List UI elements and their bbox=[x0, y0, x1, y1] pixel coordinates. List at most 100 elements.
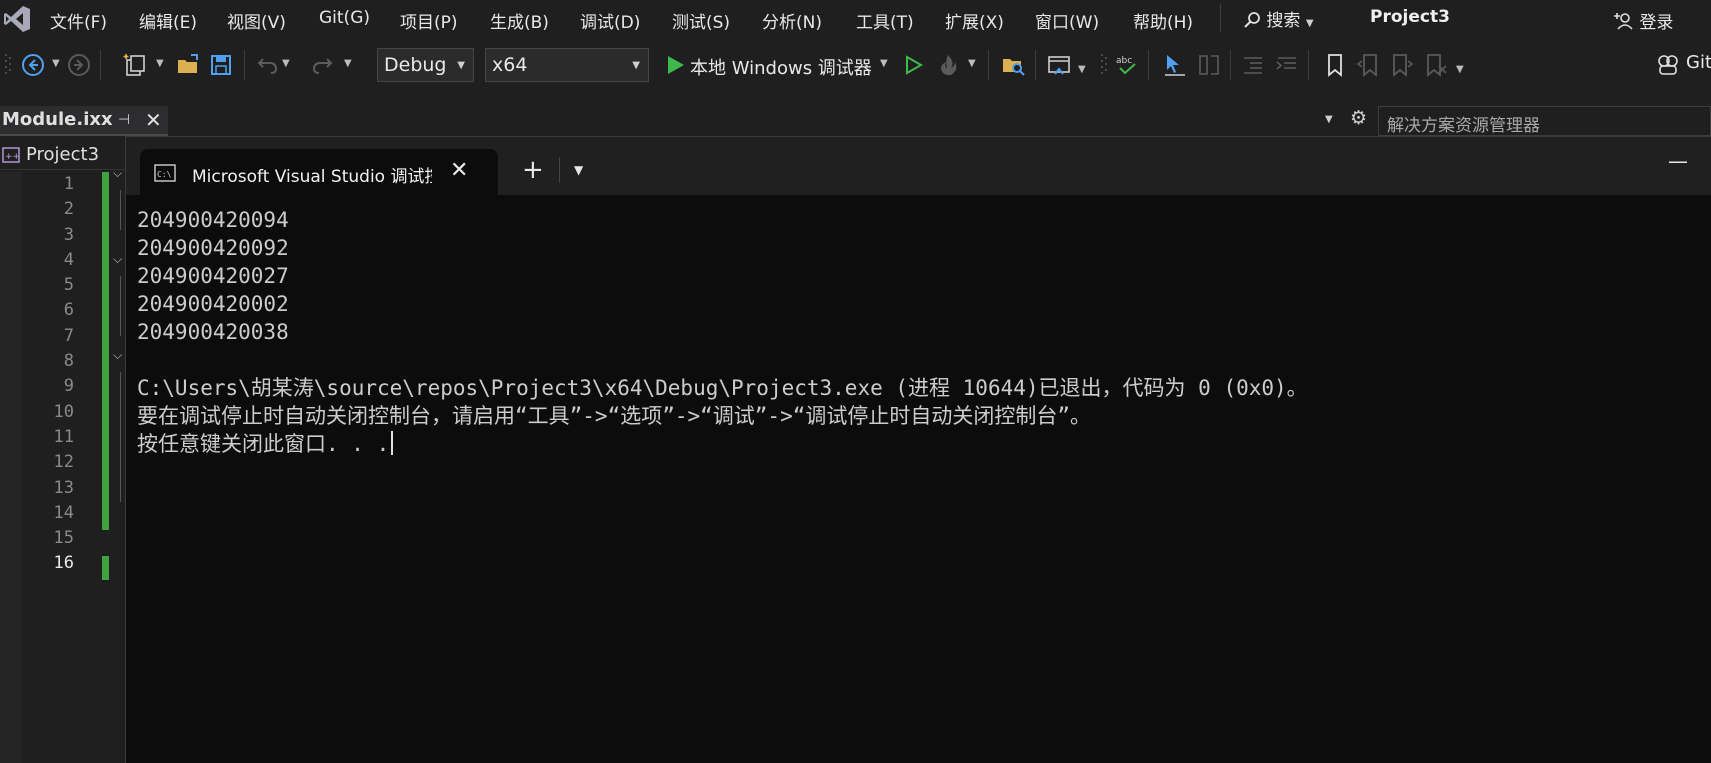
git-changes-label[interactable]: Git bbox=[1686, 52, 1711, 73]
debug-target-dropdown-icon[interactable]: ▼ bbox=[880, 58, 888, 69]
browser-link-icon[interactable] bbox=[1046, 52, 1072, 78]
next-bookmark-icon[interactable] bbox=[1389, 52, 1415, 78]
undo-icon[interactable] bbox=[255, 52, 281, 78]
editor-margin bbox=[0, 172, 22, 763]
console-line: 要在调试停止时自动关闭控制台，请启用“工具”->“选项”->“调试”->“调试停… bbox=[137, 404, 1091, 428]
fold-guide bbox=[120, 190, 121, 230]
select-element-icon[interactable] bbox=[1162, 52, 1188, 78]
code-editor[interactable]: 1 2 3 4 5 6 7 8 9 10 11 12 13 14 15 16 ⌵… bbox=[0, 166, 130, 763]
search-icon bbox=[1244, 12, 1260, 28]
menu-edit[interactable]: 编辑(E) bbox=[139, 8, 197, 33]
bookmark-icon[interactable] bbox=[1322, 52, 1348, 78]
chevron-down-icon[interactable]: ▼ bbox=[1325, 114, 1333, 125]
toolbar-separator bbox=[1148, 50, 1149, 80]
line-number: 12 bbox=[53, 452, 74, 473]
new-project-icon[interactable] bbox=[122, 52, 148, 78]
console-output[interactable]: 204900420094 204900420092 204900420027 2049… bbox=[137, 206, 1308, 458]
minimize-icon[interactable]: — bbox=[1668, 149, 1688, 173]
clear-bookmarks-icon[interactable] bbox=[1422, 52, 1448, 78]
change-tracking-bar bbox=[102, 556, 109, 580]
navigate-forward-icon[interactable] bbox=[66, 52, 92, 78]
menu-window[interactable]: 窗口(W) bbox=[1035, 8, 1099, 33]
start-debugging-label: 本地 Windows 调试器 bbox=[690, 58, 872, 79]
debug-console-window[interactable]: C:\ Microsoft Visual Studio 调试控 ✕ + ▼ — … bbox=[125, 136, 1711, 763]
console-prompt-text: 按任意键关闭此窗口. . . bbox=[137, 432, 390, 456]
toolbar-separator bbox=[1035, 50, 1036, 80]
collapse-region-icon[interactable]: ⌵ bbox=[113, 348, 122, 363]
console-tab[interactable]: C:\ Microsoft Visual Studio 调试控 ✕ bbox=[140, 149, 498, 195]
editor-navigation-bar[interactable]: ++ Project3 bbox=[0, 140, 130, 170]
line-number: 2 bbox=[63, 199, 74, 220]
menu-extensions[interactable]: 扩展(X) bbox=[945, 8, 1004, 33]
svg-text:++: ++ bbox=[5, 152, 20, 162]
chevron-down-icon[interactable]: ▼ bbox=[574, 163, 583, 177]
pin-icon[interactable]: ⊣ bbox=[118, 112, 130, 128]
console-line: 204900420002 bbox=[137, 292, 289, 316]
redo-dropdown-icon[interactable]: ▼ bbox=[344, 58, 352, 69]
back-dropdown-icon[interactable]: ▼ bbox=[52, 58, 60, 69]
close-icon[interactable]: ✕ bbox=[450, 158, 468, 183]
change-tracking-bar bbox=[102, 172, 109, 530]
new-tab-button[interactable]: + bbox=[522, 155, 544, 185]
menu-file[interactable]: 文件(F) bbox=[50, 8, 107, 33]
bookmarks-dropdown-icon[interactable]: ▼ bbox=[1456, 64, 1464, 75]
redo-icon[interactable] bbox=[309, 52, 335, 78]
solution-config-select[interactable]: Debug ▼ bbox=[377, 48, 474, 82]
close-icon[interactable]: ✕ bbox=[145, 108, 162, 132]
toolbar-grip-icon[interactable] bbox=[4, 52, 12, 78]
copilot-icon[interactable] bbox=[1655, 52, 1681, 78]
folder-search-icon[interactable] bbox=[1000, 52, 1026, 78]
line-number: 13 bbox=[53, 477, 74, 498]
previous-bookmark-icon[interactable] bbox=[1355, 52, 1381, 78]
outdent-icon[interactable] bbox=[1240, 52, 1266, 78]
menu-test[interactable]: 测试(S) bbox=[672, 8, 730, 33]
menu-build[interactable]: 生成(B) bbox=[490, 8, 549, 33]
solution-platform-select[interactable]: x64 ▼ bbox=[485, 48, 649, 82]
spell-check-icon[interactable]: abc bbox=[1114, 52, 1140, 78]
document-tab-module[interactable]: Module.ixx ⊣ ✕ bbox=[0, 106, 168, 136]
solution-config-value: Debug bbox=[384, 54, 447, 76]
toolbar-grip-icon[interactable] bbox=[1100, 52, 1108, 78]
indent-icon[interactable] bbox=[1274, 52, 1300, 78]
menu-tools[interactable]: 工具(T) bbox=[856, 8, 914, 33]
browser-dropdown-icon[interactable]: ▼ bbox=[1078, 64, 1086, 75]
line-number: 8 bbox=[63, 351, 74, 372]
line-number: 10 bbox=[53, 401, 74, 422]
menu-help[interactable]: 帮助(H) bbox=[1133, 8, 1193, 33]
toolbar-separator bbox=[244, 50, 245, 80]
hot-reload-icon[interactable] bbox=[935, 52, 961, 78]
login-label: 登录 bbox=[1639, 13, 1674, 33]
undo-dropdown-icon[interactable]: ▼ bbox=[282, 58, 290, 69]
menu-git[interactable]: Git(G) bbox=[319, 8, 370, 28]
solution-explorer-search-input[interactable]: 解决方案资源管理器 bbox=[1378, 106, 1711, 136]
toolbar-separator bbox=[100, 50, 101, 80]
collapse-region-icon[interactable]: ⌵ bbox=[113, 166, 122, 181]
layout-icon[interactable] bbox=[1196, 52, 1222, 78]
gear-icon[interactable]: ⚙ bbox=[1350, 107, 1367, 129]
cpp-project-icon: ++ bbox=[2, 147, 20, 163]
start-without-debugging-icon[interactable] bbox=[900, 52, 926, 78]
menu-project[interactable]: 项目(P) bbox=[400, 8, 458, 33]
navigate-back-icon[interactable] bbox=[20, 52, 46, 78]
login-button[interactable]: 登录 bbox=[1614, 8, 1673, 33]
menu-debug[interactable]: 调试(D) bbox=[580, 8, 640, 33]
line-number: 5 bbox=[63, 275, 74, 296]
save-all-icon[interactable] bbox=[208, 52, 234, 78]
line-number: 11 bbox=[53, 426, 74, 447]
hot-reload-dropdown-icon[interactable]: ▼ bbox=[968, 58, 976, 69]
menu-analyze[interactable]: 分析(N) bbox=[762, 8, 822, 33]
play-icon bbox=[668, 56, 684, 74]
fold-guide bbox=[120, 372, 121, 502]
line-number: 14 bbox=[53, 502, 74, 523]
visual-studio-logo-icon[interactable] bbox=[2, 4, 32, 34]
console-line: 204900420038 bbox=[137, 320, 289, 344]
menu-separator bbox=[1220, 4, 1221, 32]
open-folder-icon[interactable] bbox=[175, 52, 201, 78]
toolbar-separator bbox=[1308, 50, 1309, 80]
search-button[interactable]: 搜索 ▼ bbox=[1243, 6, 1314, 31]
line-number: 9 bbox=[63, 376, 74, 397]
menu-view[interactable]: 视图(V) bbox=[227, 8, 286, 33]
collapse-region-icon[interactable]: ⌵ bbox=[113, 252, 122, 267]
new-item-dropdown-icon[interactable]: ▼ bbox=[156, 58, 164, 69]
